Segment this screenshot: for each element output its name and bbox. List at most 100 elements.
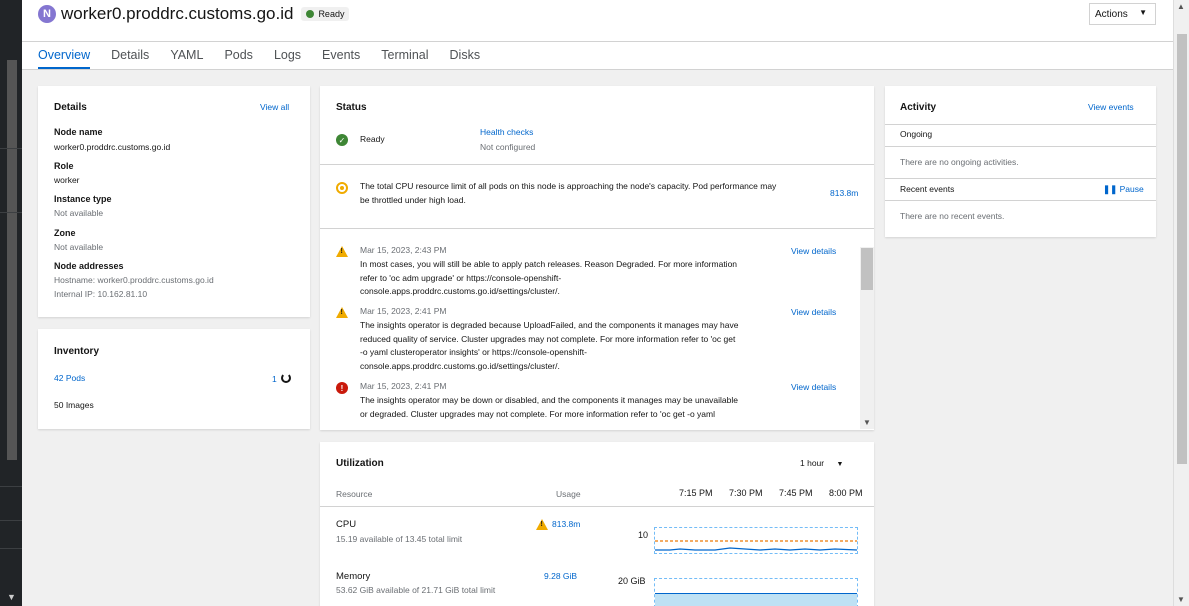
rail-divider	[0, 148, 22, 149]
view-details-link[interactable]: View details	[791, 307, 836, 317]
health-checks-link[interactable]: Health checks	[480, 127, 533, 137]
activity-divider	[885, 146, 1156, 147]
cpu-alert-message: The total CPU resource limit of all pods…	[360, 181, 777, 205]
activity-divider	[885, 200, 1156, 201]
tab-details[interactable]: Details	[111, 48, 149, 69]
actions-dropdown[interactable]: Actions ▼	[1089, 3, 1156, 25]
alert-line: console.apps.proddrc.customs.go.id/setti…	[360, 360, 560, 371]
resource-detail: 15.19 available of 13.45 total limit	[336, 534, 463, 544]
details-card: Details View all Node name worker0.prodd…	[38, 86, 310, 317]
time-range-dropdown[interactable]: 1 hour ▼	[800, 458, 843, 468]
memory-sparkline	[654, 578, 858, 606]
cpu-alert-value[interactable]: 813.8m	[830, 188, 858, 198]
node-name-value: worker0.proddrc.customs.go.id	[54, 142, 171, 152]
view-details-link[interactable]: View details	[791, 382, 836, 392]
scrollbar-thumb[interactable]	[1177, 34, 1187, 464]
images-count: 50 Images	[54, 400, 94, 410]
page-title: worker0.proddrc.customs.go.id	[61, 4, 294, 23]
pause-button[interactable]: ❚❚ Pause	[1103, 184, 1144, 195]
rail-divider	[0, 520, 22, 521]
alert-line: The insights operator may be down or dis…	[360, 395, 739, 405]
alert-line: In most cases, you will still be able to…	[360, 259, 738, 269]
left-rail: ▼	[0, 0, 22, 606]
scroll-down-icon[interactable]: ▼	[863, 418, 871, 427]
memory-usage-link[interactable]: 9.28 GiB	[544, 571, 577, 581]
alert-message: The insights operator may be down or dis…	[360, 394, 800, 421]
tab-terminal[interactable]: Terminal	[381, 48, 428, 69]
pause-label: Pause	[1119, 184, 1144, 194]
caret-down-icon: ▼	[836, 461, 844, 468]
status-card: Status ✓ Ready Health checks Not configu…	[320, 86, 874, 430]
rail-scrollbar[interactable]	[7, 60, 17, 460]
node-ready-label: Ready	[360, 134, 385, 144]
tab-yaml[interactable]: YAML	[170, 48, 203, 69]
alert-date: Mar 15, 2023, 2:41 PM	[360, 381, 447, 391]
ongoing-empty-message: There are no ongoing activities.	[900, 157, 1019, 167]
rail-divider	[0, 212, 22, 213]
tab-pods[interactable]: Pods	[224, 48, 253, 69]
time-tick-label: 7:30 PM	[729, 488, 763, 498]
instance-type-label: Instance type	[54, 194, 112, 204]
view-all-link[interactable]: View all	[260, 102, 289, 112]
resource-warning-icon	[336, 182, 348, 194]
status-badge: Ready	[301, 7, 350, 21]
sync-icon	[281, 373, 291, 383]
inventory-title: Inventory	[54, 346, 100, 357]
status-divider	[320, 228, 874, 229]
node-addresses-label: Node addresses	[54, 261, 124, 271]
scroll-down-icon[interactable]: ▼	[1177, 595, 1185, 604]
actions-label: Actions	[1095, 8, 1128, 20]
recent-empty-message: There are no recent events.	[900, 211, 1005, 221]
time-tick-label: 8:00 PM	[829, 488, 863, 498]
page-header: N worker0.proddrc.customs.go.id Ready Ac…	[22, 0, 1173, 70]
time-range-label: 1 hour	[800, 458, 825, 468]
utilization-divider	[320, 506, 874, 507]
utilization-card: Utilization 1 hour ▼ Resource Usage 7:15…	[320, 442, 874, 606]
warning-icon	[336, 246, 348, 257]
alert-line: refer to 'oc adm upgrade' or https://con…	[360, 272, 562, 283]
view-events-link[interactable]: View events	[1088, 102, 1134, 112]
ongoing-label: Ongoing	[900, 129, 933, 139]
status-badge-label: Ready	[318, 9, 345, 19]
tab-events[interactable]: Events	[322, 48, 360, 69]
view-details-link[interactable]: View details	[791, 246, 836, 256]
activity-card: Activity View events Ongoing There are n…	[885, 86, 1156, 237]
resource-name: Memory	[336, 571, 371, 582]
alerts-scrollbar[interactable]: ▼	[860, 247, 874, 429]
alert-date: Mar 15, 2023, 2:43 PM	[360, 245, 447, 255]
inventory-card: Inventory 42 Pods 1 50 Images	[38, 329, 310, 429]
memory-usage-area	[655, 593, 857, 606]
cpu-sparkline	[654, 527, 858, 554]
main-content: N worker0.proddrc.customs.go.id Ready Ac…	[22, 0, 1173, 606]
utilization-title: Utilization	[336, 458, 384, 469]
tab-disks[interactable]: Disks	[450, 48, 481, 69]
scroll-up-icon[interactable]: ▲	[1177, 2, 1185, 11]
status-divider	[320, 164, 874, 165]
scrollbar-thumb[interactable]	[861, 248, 873, 290]
scroll-down-icon[interactable]: ▼	[7, 592, 16, 602]
status-title: Status	[336, 102, 367, 113]
rail-divider	[0, 486, 22, 487]
tab-logs[interactable]: Logs	[274, 48, 301, 69]
error-circle-icon: !	[336, 382, 348, 394]
pods-pending-count[interactable]: 1	[272, 374, 277, 384]
role-label: Role	[54, 161, 74, 171]
chart-axis-label: 20 GiB	[618, 576, 646, 586]
node-resource-icon: N	[38, 5, 56, 23]
caret-down-icon: ▼	[1139, 8, 1147, 17]
tab-overview[interactable]: Overview	[38, 48, 91, 69]
check-circle-icon	[306, 10, 315, 18]
alert-message: In most cases, you will still be able to…	[360, 258, 800, 299]
details-title: Details	[54, 102, 87, 113]
pods-link[interactable]: 42 Pods	[54, 373, 85, 383]
instance-type-value: Not available	[54, 208, 104, 218]
page-scrollbar[interactable]: ▲ ▼	[1173, 0, 1189, 606]
cpu-usage-link[interactable]: 813.8m	[552, 519, 580, 529]
zone-label: Zone	[54, 228, 76, 238]
chart-axis-label: 10	[638, 530, 649, 540]
check-circle-icon: ✓	[336, 134, 348, 146]
activity-divider	[885, 178, 1156, 179]
node-name-label: Node name	[54, 127, 103, 137]
cpu-usage-line	[655, 547, 858, 551]
alert-line: or degraded. Cluster upgrades may not co…	[360, 408, 716, 419]
